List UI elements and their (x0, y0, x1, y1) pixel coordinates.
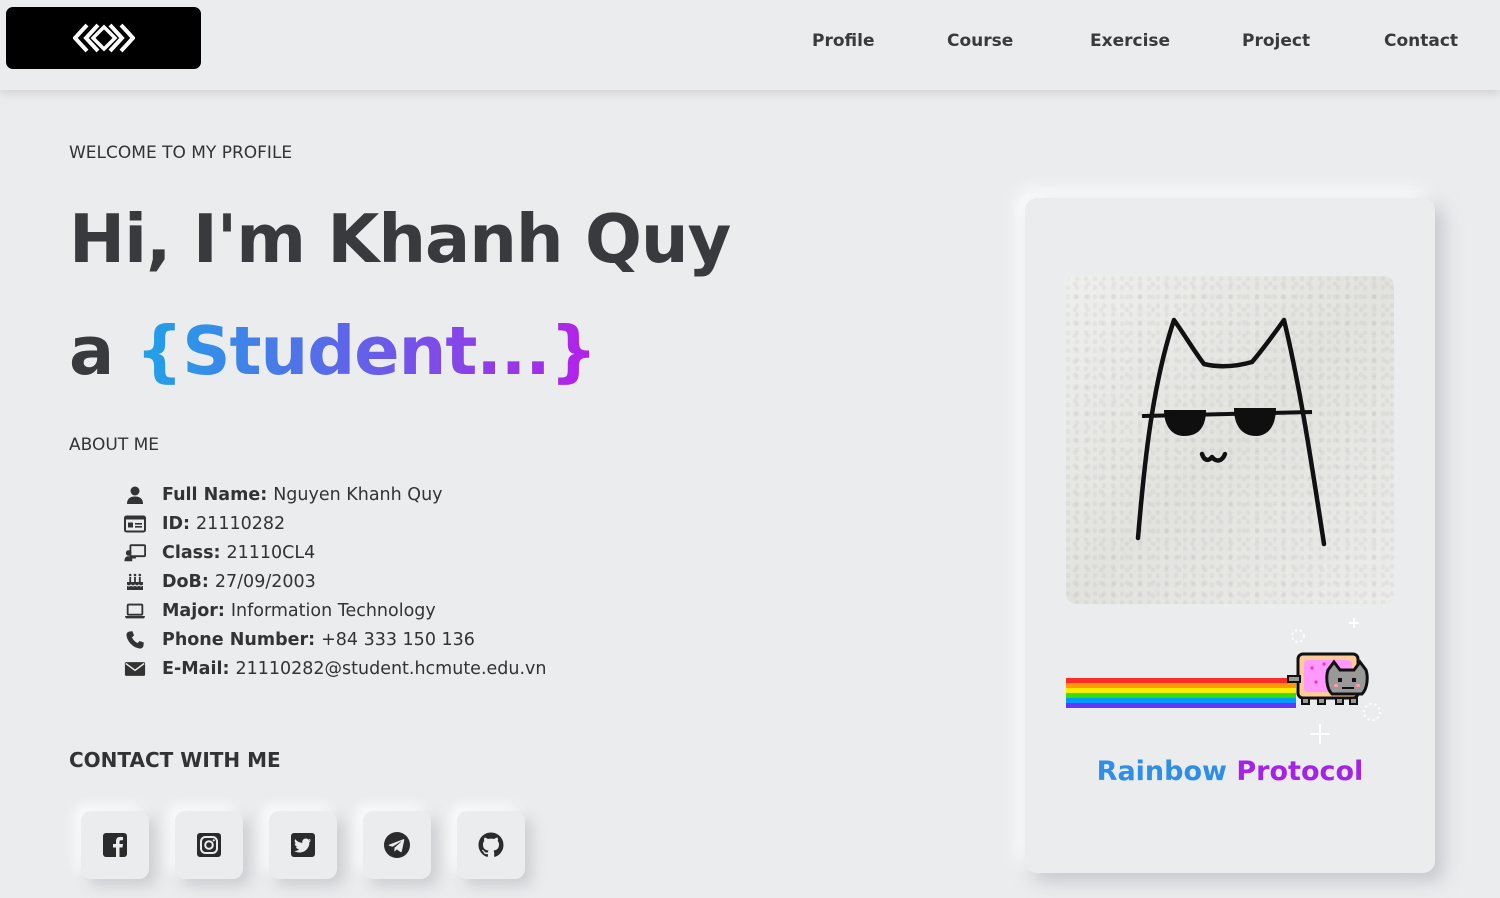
info-value: 21110CL4 (226, 542, 316, 563)
github-icon (478, 832, 504, 857)
about-me-list: Full Name: Nguyen Khanh Quy ID: 21110282… (124, 480, 547, 683)
info-label: DoB: (162, 571, 209, 592)
info-value: 21110282@student.hcmute.edu.vn (235, 658, 547, 679)
card-title-part2: Protocol (1236, 756, 1364, 787)
chalkboard-teacher-icon (124, 542, 152, 564)
nav-course[interactable]: Course (947, 31, 1013, 51)
info-class: Class: 21110CL4 (124, 538, 547, 567)
info-full-name: Full Name: Nguyen Khanh Quy (124, 480, 547, 509)
logo[interactable] (6, 7, 201, 69)
top-navigation-bar: Profile Course Exercise Project Contact (0, 0, 1500, 90)
id-card-icon (124, 513, 152, 535)
info-label: Major: (162, 600, 225, 621)
nyan-cat-icon (1287, 652, 1369, 705)
contact-title: CONTACT WITH ME (69, 748, 281, 772)
rainbow-trail (1066, 678, 1296, 708)
telegram-icon (384, 832, 410, 858)
info-label: E-Mail: (162, 658, 230, 679)
about-me-title: ABOUT ME (69, 435, 160, 455)
info-value: Nguyen Khanh Quy (273, 484, 443, 505)
info-value: +84 333 150 136 (321, 629, 475, 650)
cat-drawing-image (1066, 276, 1394, 604)
info-major: Major: Information Technology (124, 596, 547, 625)
card-title-part1: Rainbow (1096, 756, 1227, 787)
info-email: E-Mail: 21110282@student.hcmute.edu.vn (124, 654, 547, 683)
nav-project[interactable]: Project (1242, 31, 1310, 51)
github-link[interactable] (457, 811, 525, 879)
info-value: 27/09/2003 (214, 571, 316, 592)
instagram-icon (197, 833, 221, 857)
twitter-link[interactable] (269, 811, 337, 879)
nav-contact[interactable]: Contact (1384, 31, 1458, 51)
role-prefix: a (69, 312, 114, 390)
role-heading: a {Student...} (69, 312, 598, 390)
card-title: Rainbow Protocol (1025, 756, 1435, 787)
nav-profile[interactable]: Profile (812, 31, 874, 51)
phone-icon (124, 629, 152, 651)
user-icon (124, 484, 152, 506)
nav-exercise[interactable]: Exercise (1090, 31, 1170, 51)
info-label: Class: (162, 542, 221, 563)
code-brackets-icon (72, 23, 135, 53)
facebook-link[interactable] (81, 811, 149, 879)
envelope-icon (124, 658, 152, 680)
info-id: ID: 21110282 (124, 509, 547, 538)
info-value: Information Technology (230, 600, 436, 621)
info-label: Full Name: (162, 484, 268, 505)
profile-card: Rainbow Protocol (1025, 198, 1435, 873)
role-text: {Student...} (135, 312, 598, 390)
greeting-heading: Hi, I'm Khanh Quy (69, 200, 731, 278)
instagram-link[interactable] (175, 811, 243, 879)
telegram-link[interactable] (363, 811, 431, 879)
info-label: Phone Number: (162, 629, 316, 650)
info-dob: DoB: 27/09/2003 (124, 567, 547, 596)
info-value: 21110282 (196, 513, 286, 534)
info-label: ID: (162, 513, 191, 534)
laptop-icon (124, 600, 152, 622)
twitter-icon (291, 833, 315, 857)
facebook-icon (103, 833, 127, 857)
birthday-cake-icon (124, 571, 152, 593)
cat-with-sunglasses-drawing (1135, 317, 1327, 547)
welcome-label: WELCOME TO MY PROFILE (69, 143, 293, 163)
nyan-cat-animation (1066, 618, 1381, 744)
info-phone: Phone Number: +84 333 150 136 (124, 625, 547, 654)
